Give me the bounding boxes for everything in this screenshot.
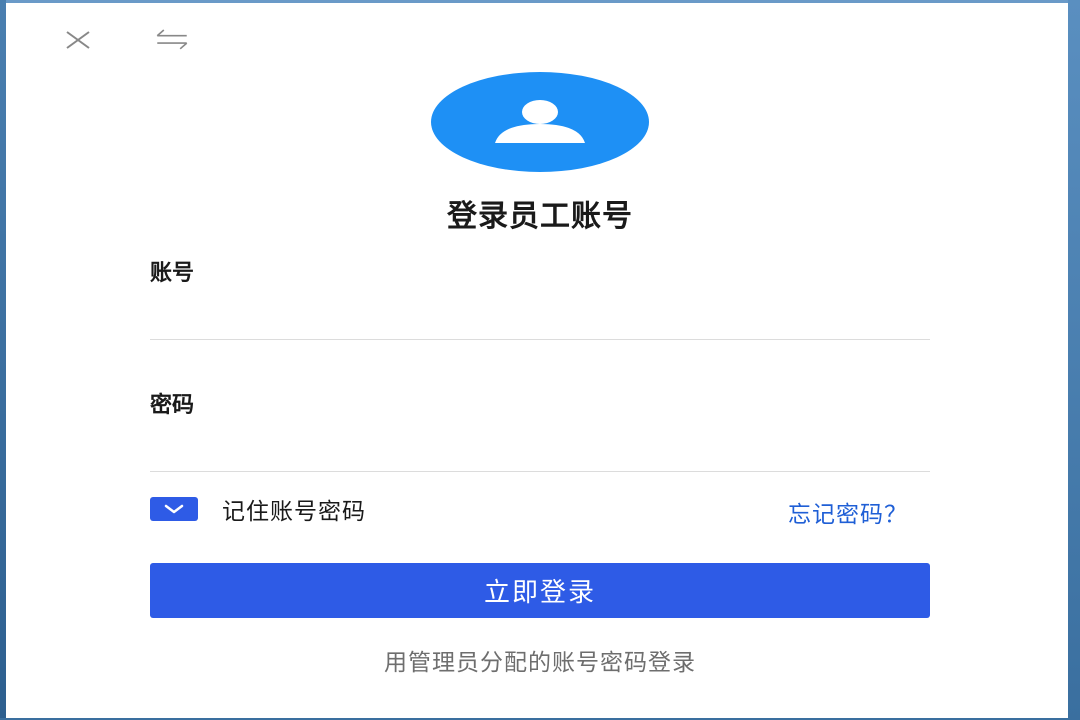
- remember-label: 记住账号密码: [222, 499, 366, 525]
- forgot-password-link[interactable]: 忘记密码？: [788, 495, 908, 529]
- account-divider: [150, 339, 930, 340]
- close-icon: [66, 31, 90, 49]
- switch-arrows-icon: [156, 29, 188, 50]
- user-icon: [495, 100, 585, 143]
- password-label: 密码: [150, 393, 195, 418]
- check-icon: [164, 504, 184, 514]
- close-button[interactable]: [60, 21, 96, 57]
- account-label: 账号: [150, 261, 195, 286]
- remember-password-toggle[interactable]: 记住账号密码: [150, 493, 366, 525]
- password-input[interactable]: [150, 431, 934, 469]
- login-window: 登录员工账号 账号 密码 记住账号密码 忘记密码？ 立即登录 用管理员分配的账号…: [6, 3, 1068, 718]
- login-button[interactable]: 立即登录: [150, 563, 930, 618]
- avatar: [431, 72, 649, 172]
- window-edge-right: [1068, 0, 1080, 720]
- remember-checkbox[interactable]: [150, 497, 198, 521]
- password-divider: [150, 471, 930, 472]
- switch-account-button[interactable]: [154, 21, 190, 57]
- login-hint: 用管理员分配的账号密码登录: [384, 650, 696, 676]
- account-input[interactable]: [150, 299, 934, 337]
- page-title: 登录员工账号: [447, 199, 633, 234]
